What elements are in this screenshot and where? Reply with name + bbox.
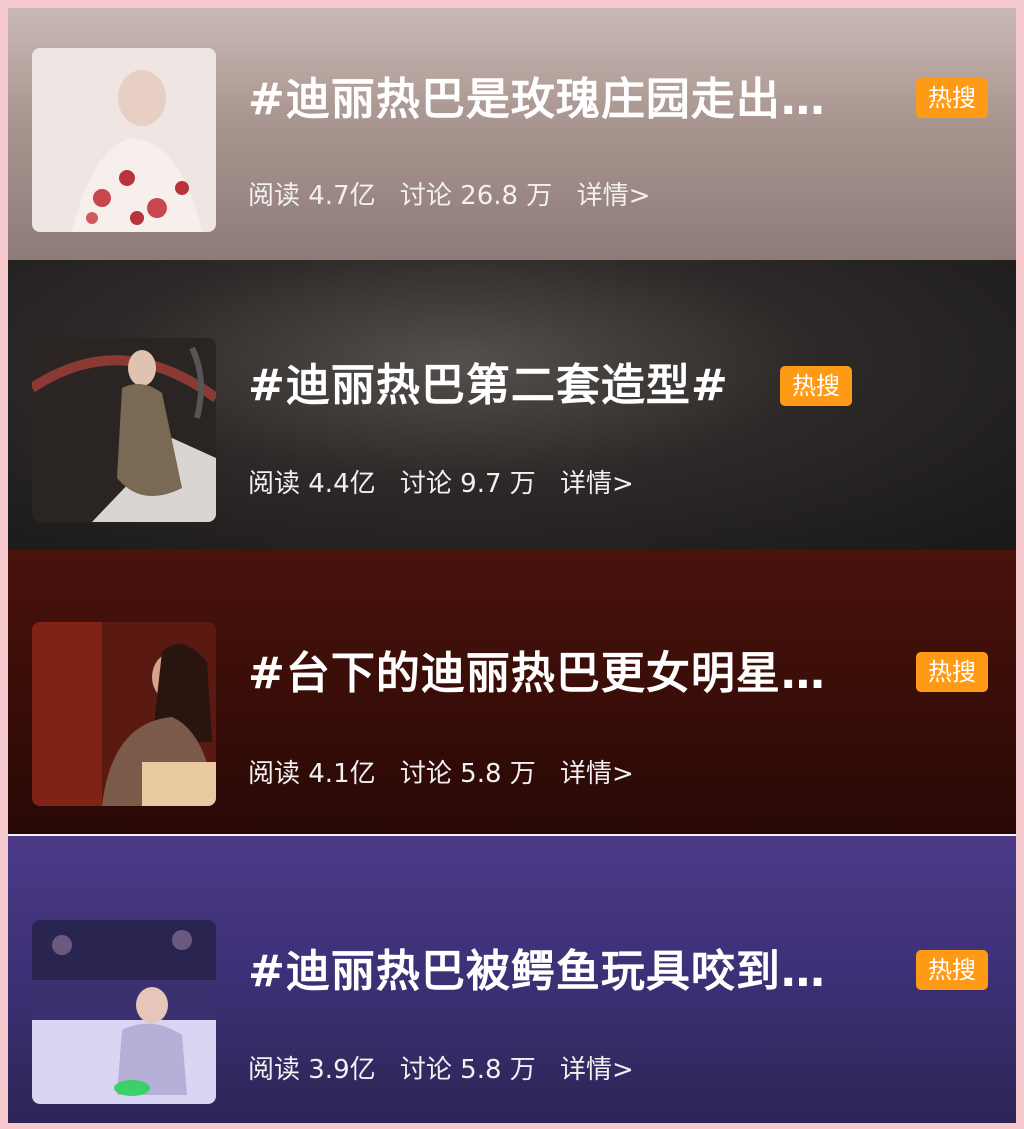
hot-search-badge: 热搜 xyxy=(780,366,852,406)
topic-card[interactable]: #迪丽热巴是玫瑰庄园走出… 热搜 阅读 4.7亿 讨论 26.8 万 详情> xyxy=(8,8,1016,260)
topic-card[interactable]: #台下的迪丽热巴更女明星… 热搜 阅读 4.1亿 讨论 5.8 万 详情> xyxy=(8,550,1016,834)
hot-search-badge: 热搜 xyxy=(916,78,988,118)
trending-topic-list: #迪丽热巴是玫瑰庄园走出… 热搜 阅读 4.7亿 讨论 26.8 万 详情> #… xyxy=(8,8,1016,1123)
details-link[interactable]: 详情> xyxy=(560,469,634,499)
read-count: 阅读 3.9亿 xyxy=(248,1055,376,1085)
topic-stats: 阅读 4.1亿 讨论 5.8 万 详情> xyxy=(248,754,650,794)
topic-title[interactable]: #迪丽热巴被鳄鱼玩具咬到… xyxy=(248,946,826,998)
topic-stats: 阅读 3.9亿 讨论 5.8 万 详情> xyxy=(248,1050,650,1090)
details-link[interactable]: 详情> xyxy=(560,1055,634,1085)
topic-card[interactable]: #迪丽热巴第二套造型# 热搜 阅读 4.4亿 讨论 9.7 万 详情> xyxy=(8,260,1016,550)
topic-title[interactable]: #台下的迪丽热巴更女明星… xyxy=(248,648,826,700)
topic-stats: 阅读 4.7亿 讨论 26.8 万 详情> xyxy=(248,176,666,216)
topic-thumbnail[interactable] xyxy=(32,48,216,232)
details-link[interactable]: 详情> xyxy=(560,759,634,789)
topic-stats: 阅读 4.4亿 讨论 9.7 万 详情> xyxy=(248,464,650,504)
discussion-count: 讨论 9.7 万 xyxy=(399,469,536,499)
read-count: 阅读 4.4亿 xyxy=(248,469,376,499)
hot-search-badge: 热搜 xyxy=(916,950,988,990)
topic-thumbnail[interactable] xyxy=(32,338,216,522)
topic-card[interactable]: #迪丽热巴被鳄鱼玩具咬到… 热搜 阅读 3.9亿 讨论 5.8 万 详情> xyxy=(8,834,1016,1123)
discussion-count: 讨论 5.8 万 xyxy=(399,1055,536,1085)
topic-thumbnail[interactable] xyxy=(32,622,216,806)
details-link[interactable]: 详情> xyxy=(577,181,651,211)
discussion-count: 讨论 26.8 万 xyxy=(399,181,553,211)
topic-title[interactable]: #迪丽热巴是玫瑰庄园走出… xyxy=(248,74,826,126)
read-count: 阅读 4.1亿 xyxy=(248,759,376,789)
hot-search-badge: 热搜 xyxy=(916,652,988,692)
topic-title[interactable]: #迪丽热巴第二套造型# xyxy=(248,360,729,412)
read-count: 阅读 4.7亿 xyxy=(248,181,376,211)
discussion-count: 讨论 5.8 万 xyxy=(399,759,536,789)
topic-thumbnail[interactable] xyxy=(32,920,216,1104)
